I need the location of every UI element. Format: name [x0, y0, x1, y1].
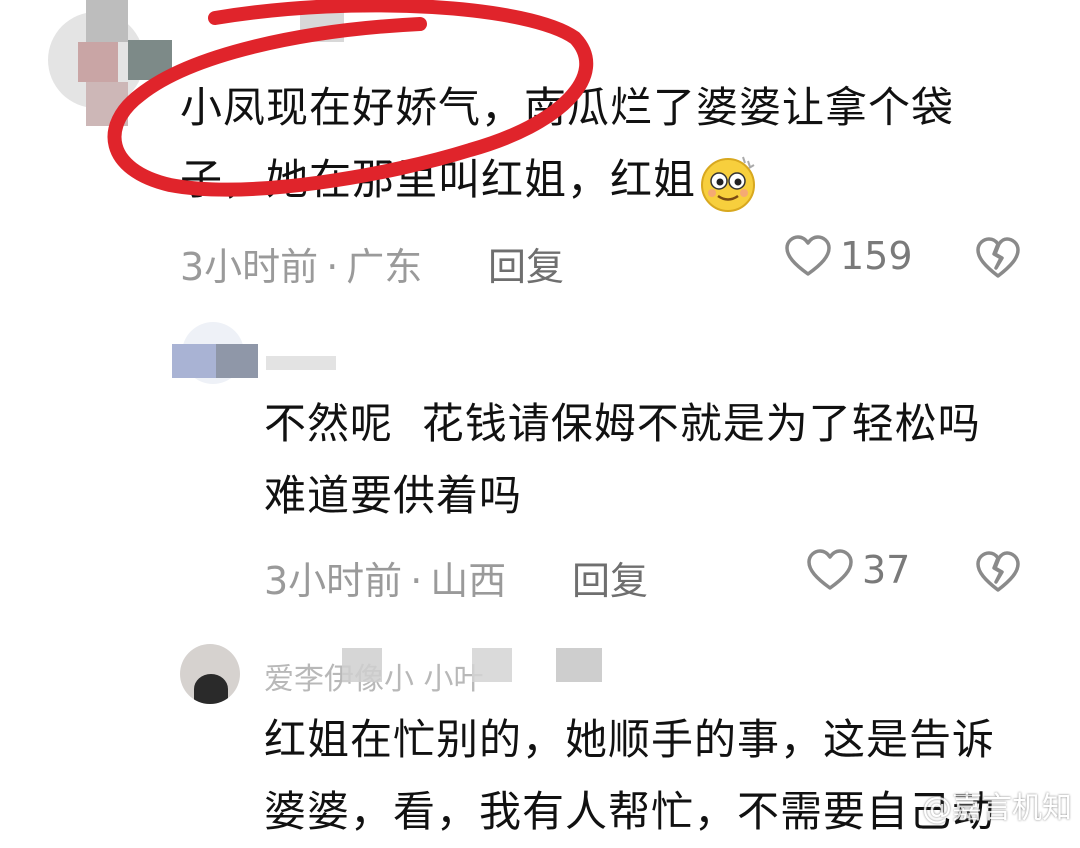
comment-meta: 3小时前 · 广东 — [180, 236, 422, 291]
pixelated-username — [86, 82, 128, 126]
avatar[interactable] — [180, 644, 240, 704]
timestamp: 3小时前 — [180, 245, 319, 289]
comment-line: 子，她在那里叫红姐，红姐 — [180, 144, 1060, 216]
avatar-figure — [194, 674, 228, 704]
like-count: 159 — [840, 234, 913, 278]
pixelated-username — [86, 0, 128, 42]
separator-dot: · — [410, 559, 423, 603]
heart-outline-icon — [785, 235, 831, 276]
dislike-button[interactable] — [975, 550, 1021, 598]
pixelated-username — [128, 40, 172, 80]
reply-text: 不然呢 花钱请保姆不就是为了轻松吗 难道要供着吗 — [264, 388, 1054, 532]
pixelated-username — [172, 344, 216, 378]
pixelated-username — [266, 356, 336, 370]
reply-line: 不然呢 花钱请保姆不就是为了轻松吗 — [264, 399, 981, 448]
broken-heart-icon — [976, 237, 1020, 278]
broken-heart-icon — [976, 551, 1020, 592]
pixelated-username — [472, 648, 512, 682]
comment-text: 小凤现在好娇气，南瓜烂了婆婆让拿个袋 子，她在那里叫红姐，红姐 — [180, 72, 1060, 216]
like-button[interactable]: 37 — [806, 548, 910, 592]
reply-line: 难道要供着吗 — [264, 471, 523, 520]
pixelated-username — [300, 8, 344, 42]
reply-line: 红姐在忙别的，她顺手的事，这是告诉 — [264, 715, 996, 764]
location: 山西 — [430, 559, 507, 603]
comment-line-text: 子，她在那里叫红姐，红姐 — [180, 155, 697, 204]
reply-button[interactable]: 回复 — [488, 236, 564, 291]
heart-outline-icon — [807, 549, 853, 590]
pixelated-avatar — [78, 42, 118, 82]
separator-dot: · — [326, 245, 339, 289]
reply-meta: 3小时前 · 山西 — [264, 550, 506, 605]
like-button[interactable]: 159 — [784, 234, 913, 278]
pixelated-username — [216, 344, 258, 378]
reply-button[interactable]: 回复 — [572, 550, 648, 605]
pixelated-username — [556, 648, 602, 682]
comment-line: 小凤现在好娇气，南瓜烂了婆婆让拿个袋 — [180, 83, 955, 132]
smile-emoji-icon — [701, 156, 756, 212]
location: 广东 — [346, 245, 423, 289]
timestamp: 3小时前 — [264, 559, 403, 603]
pixelated-username — [342, 648, 382, 682]
dislike-button[interactable] — [975, 236, 1021, 284]
watermark: @嘉言机知 — [922, 791, 1072, 826]
like-count: 37 — [862, 548, 911, 592]
